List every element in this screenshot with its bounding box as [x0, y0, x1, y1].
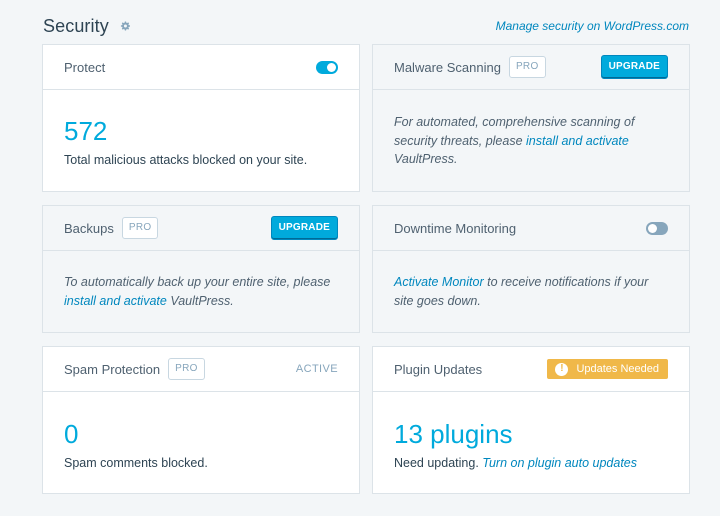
protect-title: Protect: [64, 59, 106, 75]
malware-description: For automated, comprehensive scanning of…: [394, 113, 668, 169]
backups-upgrade-button[interactable]: UPGRADE: [270, 216, 338, 240]
spam-status-badge: ACTIVE: [295, 363, 338, 375]
backups-text-after: VaultPress.: [166, 293, 234, 308]
updates-needed-badge: ! Updates Needed: [547, 359, 668, 379]
backups-install-link[interactable]: install and activate: [64, 294, 167, 308]
plugins-card-header: Plugin Updates ! Updates Needed: [373, 347, 689, 392]
spam-blocked-description: Spam comments blocked.: [64, 456, 208, 470]
malware-card-header: Malware Scanning PRO UPGRADE: [373, 45, 689, 90]
malware-upgrade-button[interactable]: UPGRADE: [600, 55, 668, 79]
security-header: Security Manage security on WordPress.co…: [43, 12, 689, 40]
updates-needed-label: Updates Needed: [576, 363, 659, 375]
gear-icon[interactable]: [120, 20, 132, 32]
spam-card-header: Spam Protection PRO ACTIVE: [43, 347, 359, 392]
backups-description: To automatically back up your entire sit…: [64, 273, 338, 310]
backups-card: Backups PRO UPGRADE To automatically bac…: [42, 205, 360, 333]
attacks-blocked-count: 572: [64, 116, 108, 146]
alert-icon: !: [555, 362, 569, 376]
auto-updates-link[interactable]: Turn on plugin auto updates: [482, 456, 637, 470]
page-title: Security: [43, 15, 109, 36]
pro-badge: PRO: [168, 358, 205, 380]
plugins-title: Plugin Updates: [394, 361, 483, 377]
protect-toggle[interactable]: [316, 60, 338, 74]
protect-card-header: Protect: [43, 45, 359, 90]
backups-card-header: Backups PRO UPGRADE: [43, 206, 359, 251]
malware-title: Malware Scanning: [394, 59, 501, 75]
plugins-needing-update-count: 13 plugins: [394, 419, 513, 449]
malware-install-link[interactable]: install and activate: [526, 134, 629, 148]
spam-blocked-count: 0: [64, 419, 79, 449]
malware-scanning-card: Malware Scanning PRO UPGRADE For automat…: [372, 44, 690, 192]
plugin-updates-card: Plugin Updates ! Updates Needed 13 plugi…: [372, 346, 690, 494]
downtime-title: Downtime Monitoring: [394, 220, 517, 236]
spam-title: Spam Protection: [64, 361, 161, 377]
activate-monitor-link[interactable]: Activate Monitor: [394, 275, 484, 289]
malware-text-after: VaultPress.: [394, 152, 458, 166]
downtime-card-header: Downtime Monitoring: [373, 206, 689, 251]
downtime-description: Activate Monitor to receive notification…: [394, 273, 668, 310]
toggle-knob: [327, 62, 336, 72]
toggle-knob: [648, 223, 657, 233]
attacks-blocked-description: Total malicious attacks blocked on your …: [64, 153, 308, 167]
backups-text-before: To automatically back up your entire sit…: [64, 275, 331, 289]
downtime-monitoring-card: Downtime Monitoring Activate Monitor to …: [372, 205, 690, 333]
pro-badge: PRO: [508, 56, 546, 78]
plugins-description: Need updating. Turn on plugin auto updat…: [394, 454, 668, 472]
backups-title: Backups: [64, 220, 114, 236]
protect-card: Protect 572 Total malicious attacks bloc…: [42, 44, 360, 192]
downtime-toggle[interactable]: [646, 221, 668, 235]
pro-badge: PRO: [121, 217, 159, 239]
plugins-text-before: Need updating.: [394, 456, 483, 470]
manage-security-link[interactable]: Manage security on WordPress.com: [496, 19, 689, 33]
spam-protection-card: Spam Protection PRO ACTIVE 0 Spam commen…: [42, 346, 360, 494]
